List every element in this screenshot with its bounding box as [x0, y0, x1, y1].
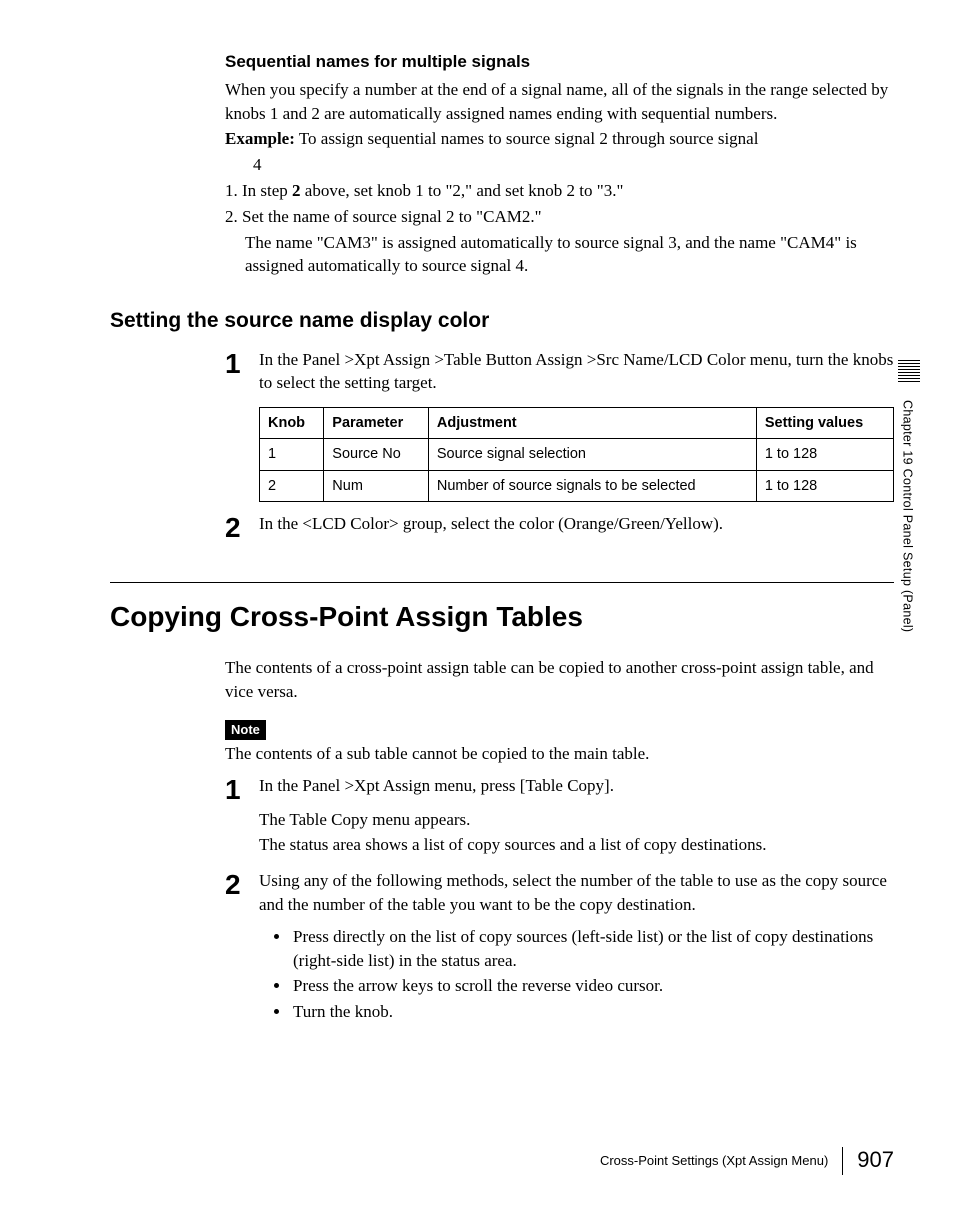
copy-intro: The contents of a cross-point assign tab… — [225, 656, 894, 704]
sequential-heading: Sequential names for multiple signals — [225, 50, 894, 74]
list-item: Turn the knob. — [291, 1000, 894, 1024]
section-divider — [110, 582, 894, 583]
step-number-2: 2 — [225, 512, 259, 542]
copy-step1-sub1: The Table Copy menu appears. — [259, 808, 894, 832]
footer-divider — [842, 1147, 843, 1175]
sequential-para: When you specify a number at the end of … — [225, 78, 894, 126]
copy-step-1: 1 In the Panel >Xpt Assign menu, press [… — [225, 774, 894, 859]
list-item: Press directly on the list of copy sourc… — [291, 925, 894, 973]
color-section-heading: Setting the source name display color — [110, 306, 894, 335]
step-number-1b: 1 — [225, 774, 259, 804]
th-knob: Knob — [260, 408, 324, 439]
copy-intro-block: The contents of a cross-point assign tab… — [225, 656, 894, 766]
seq-item-2: 2. Set the name of source signal 2 to "C… — [225, 205, 894, 229]
table-row: 1 Source No Source signal selection 1 to… — [260, 439, 894, 470]
copy-step1-sub2: The status area shows a list of copy sou… — [259, 833, 894, 857]
step-number-2b: 2 — [225, 869, 259, 899]
sequential-names-block: Sequential names for multiple signals Wh… — [225, 50, 894, 278]
copy-step2-text: Using any of the following methods, sele… — [259, 869, 894, 917]
thumb-index-icon — [898, 360, 920, 384]
copy-bullets: Press directly on the list of copy sourc… — [291, 925, 894, 1024]
th-parameter: Parameter — [324, 408, 429, 439]
th-setting-values: Setting values — [756, 408, 893, 439]
seq-item-1: 1. In step 2 above, set knob 1 to "2," a… — [225, 179, 894, 203]
example-line: Example: To assign sequential names to s… — [225, 127, 894, 151]
color-step-2: 2 In the <LCD Color> group, select the c… — [225, 512, 894, 542]
side-tab: Chapter 19 Control Panel Setup (Panel) — [898, 360, 920, 720]
page-number: 907 — [857, 1145, 894, 1176]
list-item: Press the arrow keys to scroll the rever… — [291, 974, 894, 998]
copy-step1-text: In the Panel >Xpt Assign menu, press [Ta… — [259, 774, 894, 798]
side-chapter-label: Chapter 19 Control Panel Setup (Panel) — [898, 400, 916, 632]
color-step1-text: In the Panel >Xpt Assign >Table Button A… — [259, 348, 894, 396]
step-number-1: 1 — [225, 348, 259, 378]
parameter-table: Knob Parameter Adjustment Setting values… — [259, 407, 894, 502]
seq-item-2-sub: The name "CAM3" is assigned automaticall… — [225, 231, 894, 279]
copy-section-heading: Copying Cross-Point Assign Tables — [110, 597, 894, 636]
footer-title: Cross-Point Settings (Xpt Assign Menu) — [600, 1152, 842, 1170]
page-footer: Cross-Point Settings (Xpt Assign Menu) 9… — [600, 1145, 894, 1176]
note-text: The contents of a sub table cannot be co… — [225, 742, 894, 766]
color-step-1: 1 In the Panel >Xpt Assign >Table Button… — [225, 348, 894, 502]
color-step2-text: In the <LCD Color> group, select the col… — [259, 512, 894, 536]
table-row: 2 Num Number of source signals to be sel… — [260, 470, 894, 501]
example-continuation: 4 — [225, 153, 894, 177]
note-badge: Note — [225, 720, 266, 740]
copy-step-2: 2 Using any of the following methods, se… — [225, 869, 894, 1026]
th-adjustment: Adjustment — [428, 408, 756, 439]
